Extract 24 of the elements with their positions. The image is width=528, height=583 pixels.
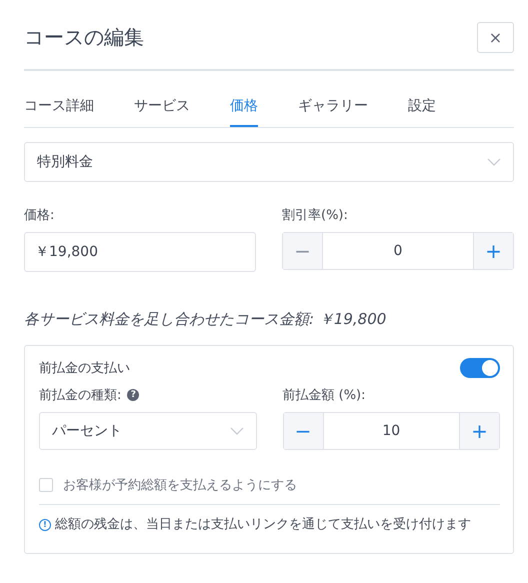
dialog-title: コースの編集 — [24, 24, 144, 51]
total-note: 各サービス料金を足し合わせたコース金額: ￥19,800 — [24, 310, 388, 329]
tab[interactable]: 設定 — [408, 97, 436, 127]
dropdown[interactable]: パーセント — [39, 412, 256, 450]
close-button[interactable]: × — [477, 22, 514, 53]
checkbox-label: お客様が予約総額を支払えるようにする — [63, 477, 297, 494]
price-field[interactable]: ￥19,800 — [24, 232, 256, 272]
field-label: 前払金の種類: — [39, 387, 122, 404]
tab[interactable]: 価格 — [230, 97, 258, 127]
info-icon: ! — [39, 519, 51, 531]
dropdown[interactable]: 特別料金 — [24, 142, 514, 182]
tab[interactable]: サービス — [134, 97, 190, 127]
field-label: 価格: — [24, 207, 56, 224]
chevron-down-icon — [487, 158, 501, 166]
help-icon[interactable]: ? — [127, 389, 140, 401]
field-label: 割引率(%): — [282, 207, 349, 224]
tab[interactable]: ギャラリー — [298, 97, 368, 127]
tab[interactable]: コース詳細 — [24, 97, 94, 127]
field-label: 前払金額 (%): — [282, 387, 367, 404]
checkbox[interactable] — [39, 478, 53, 492]
info-text: 総額の残金は、当日または支払いリンクを通じて支払いを受け付けます — [55, 517, 471, 533]
chevron-down-icon — [230, 427, 244, 435]
section-title: 前払金の支払い — [39, 360, 130, 377]
toggle-switch[interactable] — [460, 358, 500, 378]
